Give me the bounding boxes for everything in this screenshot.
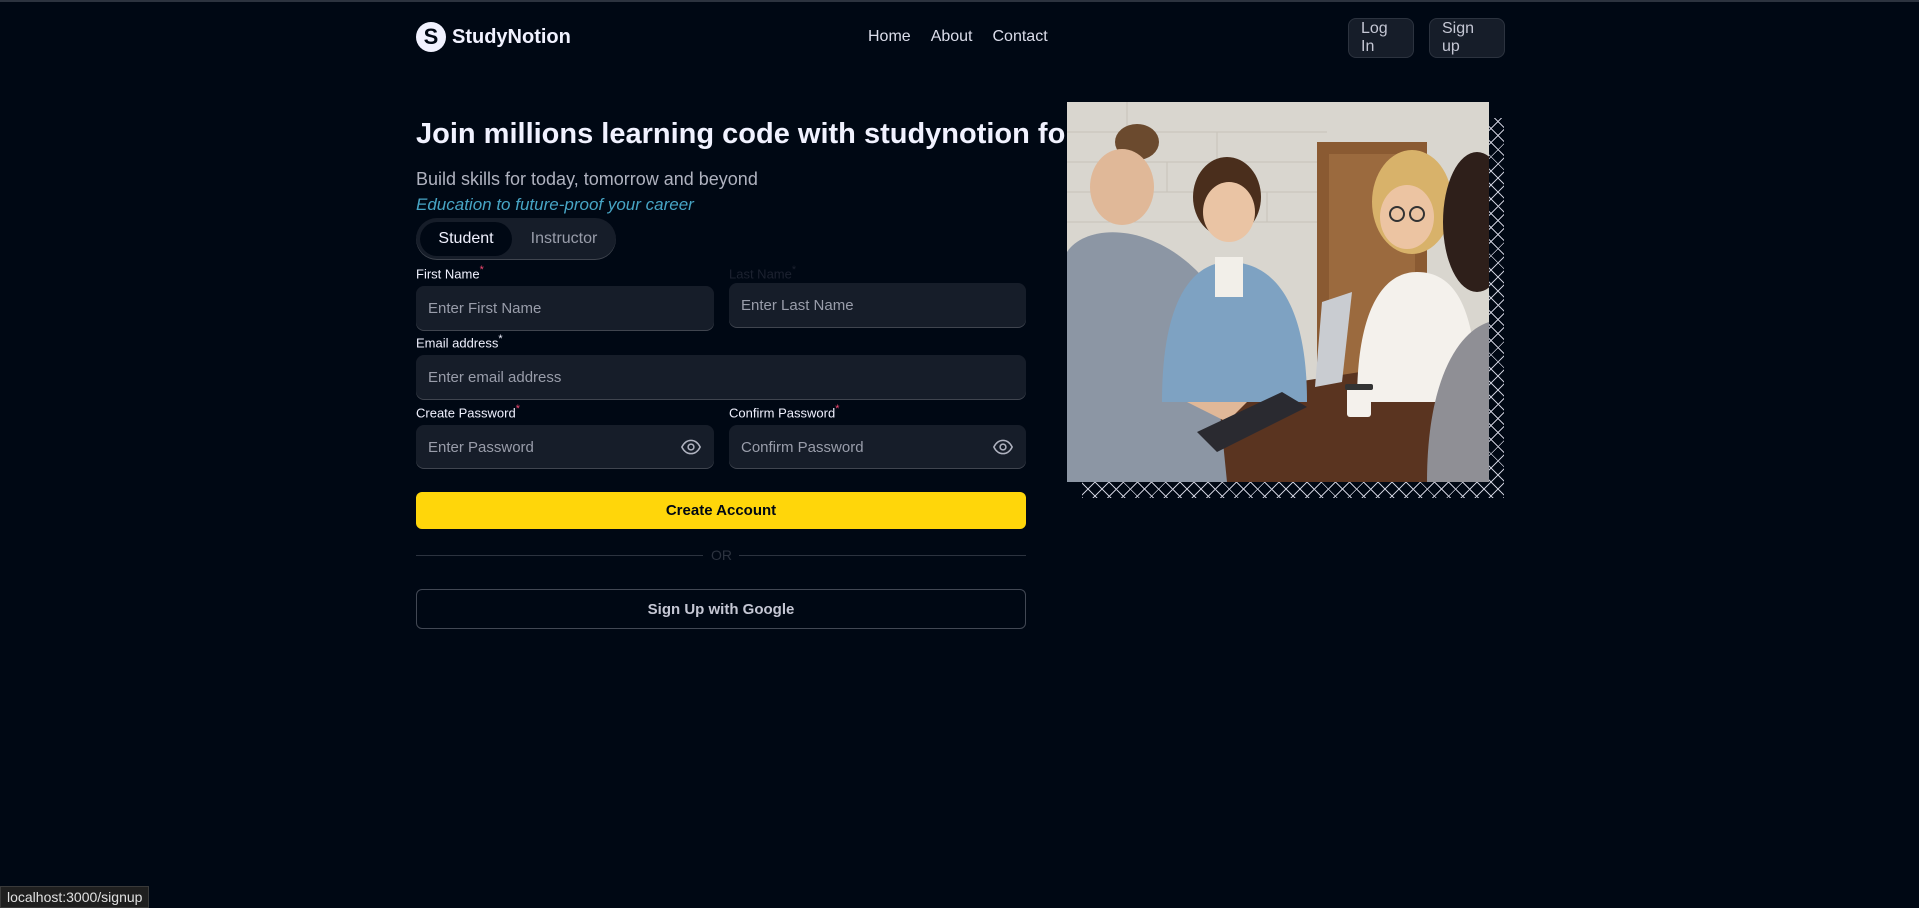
nav-links: Home About Contact bbox=[868, 28, 1048, 46]
required-mark: * bbox=[791, 264, 797, 276]
google-signup-button[interactable]: Sign Up with Google bbox=[416, 589, 1026, 629]
email-label-text: Email address bbox=[416, 335, 499, 351]
tab-student[interactable]: Student bbox=[420, 222, 512, 256]
students-illustration bbox=[1067, 102, 1489, 482]
first-name-input[interactable] bbox=[416, 286, 714, 331]
confirm-password-field[interactable] bbox=[729, 425, 1026, 469]
signup-button[interactable]: Sign up bbox=[1429, 18, 1505, 58]
nav-link-contact[interactable]: Contact bbox=[993, 28, 1048, 46]
eye-icon[interactable] bbox=[992, 437, 1014, 457]
login-button[interactable]: Log In bbox=[1348, 18, 1414, 58]
create-account-button[interactable]: Create Account bbox=[416, 492, 1026, 529]
divider-line bbox=[416, 555, 703, 556]
brand-name: StudyNotion bbox=[452, 25, 571, 48]
password-input[interactable] bbox=[416, 425, 714, 469]
required-mark: * bbox=[515, 403, 520, 415]
email-input[interactable] bbox=[416, 355, 1026, 400]
required-mark: * bbox=[479, 264, 484, 276]
page-title: Join millions learning code with studyno… bbox=[416, 118, 1077, 150]
password-label: Create Password* bbox=[416, 403, 520, 420]
last-name-label: Last Name* bbox=[729, 264, 796, 281]
page-subtitle: Build skills for today, tomorrow and bey… bbox=[416, 169, 758, 189]
nav-link-about[interactable]: About bbox=[931, 28, 973, 46]
page-highlight: Education to future-proof your career bbox=[416, 195, 694, 214]
logo-icon: S bbox=[416, 22, 446, 52]
account-type-toggle: Student Instructor bbox=[416, 218, 616, 260]
navbar: S StudyNotion Home About Contact Log In … bbox=[0, 2, 1919, 72]
first-name-field[interactable] bbox=[416, 286, 714, 331]
nav-link-home[interactable]: Home bbox=[868, 28, 911, 46]
email-field[interactable] bbox=[416, 355, 1026, 400]
or-text: OR bbox=[711, 547, 732, 563]
last-name-label-text: Last Name bbox=[729, 266, 792, 282]
password-field[interactable] bbox=[416, 425, 714, 469]
last-name-field[interactable] bbox=[729, 283, 1026, 328]
tab-instructor[interactable]: Instructor bbox=[516, 222, 612, 256]
eye-icon[interactable] bbox=[680, 437, 702, 457]
brand-logo[interactable]: S StudyNotion bbox=[416, 22, 571, 52]
email-label: Email address* bbox=[416, 333, 503, 350]
or-divider: OR bbox=[416, 545, 1026, 567]
students-photo bbox=[1067, 102, 1489, 482]
last-name-input[interactable] bbox=[729, 283, 1026, 328]
divider-line bbox=[739, 555, 1026, 556]
first-name-label-text: First Name bbox=[416, 266, 480, 282]
required-mark: * bbox=[835, 403, 840, 415]
password-label-text: Create Password bbox=[416, 405, 516, 421]
status-bar-url: localhost:3000/signup bbox=[0, 886, 150, 908]
confirm-password-input[interactable] bbox=[729, 425, 1026, 469]
required-mark: * bbox=[498, 333, 503, 345]
confirm-password-label: Confirm Password* bbox=[729, 403, 839, 420]
first-name-label: First Name* bbox=[416, 264, 484, 281]
confirm-password-label-text: Confirm Password bbox=[729, 405, 836, 421]
